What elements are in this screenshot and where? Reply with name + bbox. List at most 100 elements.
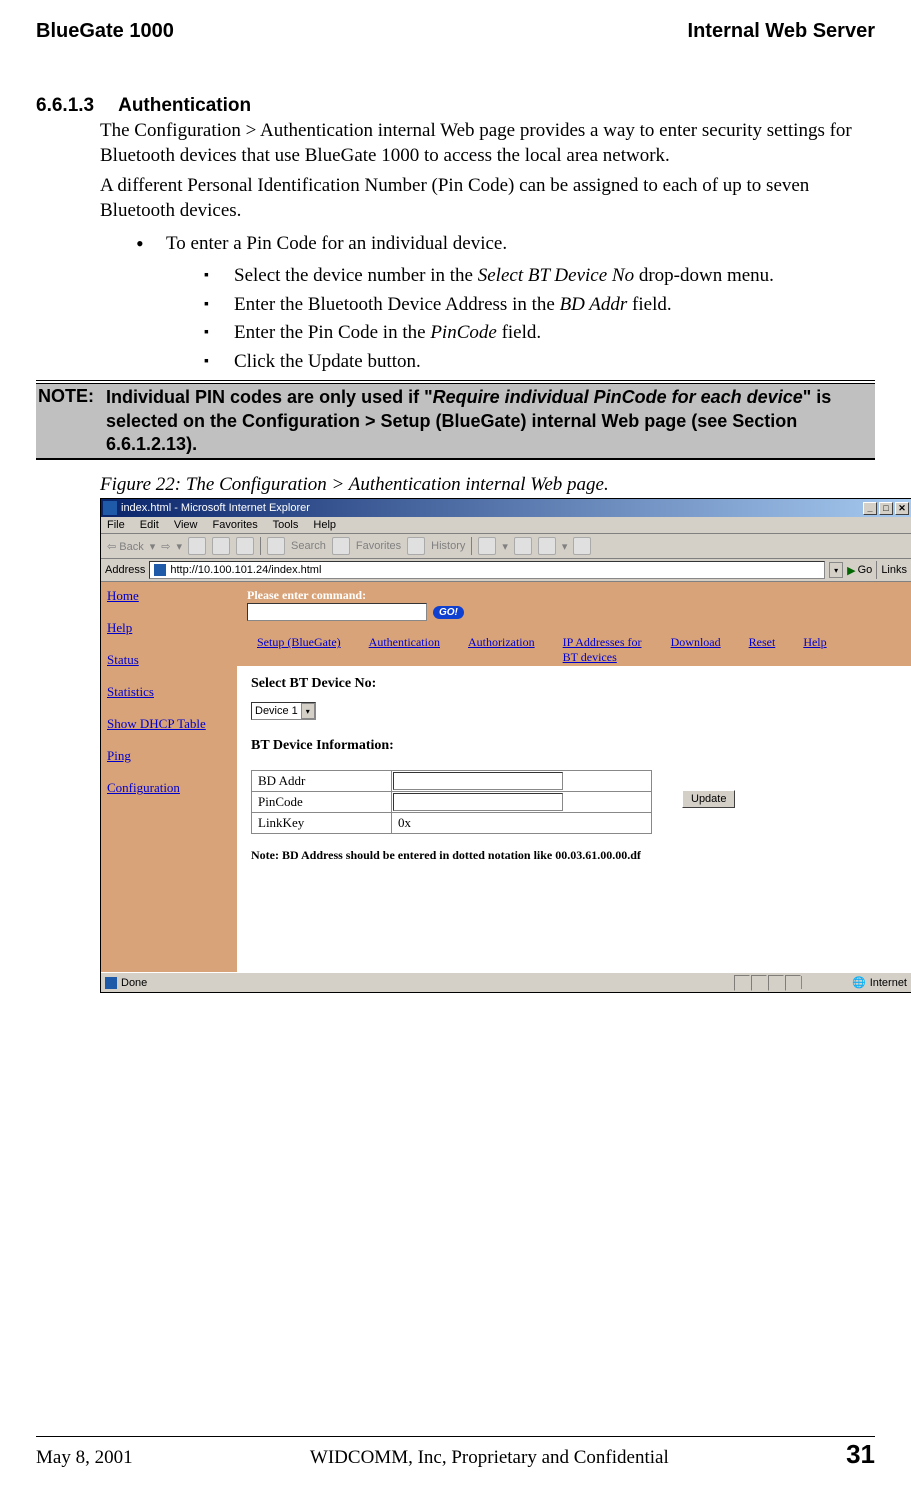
tab-authorization[interactable]: Authorization (468, 635, 535, 649)
page-icon (154, 564, 166, 576)
table-row: BD Addr (252, 771, 652, 792)
device-select-value: Device 1 (255, 705, 298, 717)
menu-file[interactable]: File (107, 519, 125, 531)
sub-post: drop-down menu. (634, 265, 774, 286)
sub-em: Select BT Device No (478, 265, 634, 286)
para-2: A different Personal Identification Numb… (100, 174, 875, 223)
ie-statusbar: Done 🌐 Internet (101, 972, 911, 992)
tab-ip[interactable]: IP Addresses for BT devices (563, 635, 642, 663)
back-button[interactable]: ⇦ Back (107, 540, 144, 553)
command-input[interactable] (247, 603, 427, 621)
print-icon[interactable] (514, 537, 532, 555)
sub-list: Select the device number in the Select B… (204, 262, 875, 376)
internet-icon: 🌐 (852, 976, 866, 989)
edit-icon[interactable] (538, 537, 556, 555)
ie-window: index.html - Microsoft Internet Explorer… (101, 499, 911, 992)
header-right: Internal Web Server (688, 20, 875, 43)
minimize-button[interactable]: _ (863, 502, 877, 515)
address-dropdown[interactable]: ▾ (829, 562, 843, 578)
device-select[interactable]: Device 1 ▾ (251, 702, 316, 720)
sidebar-status[interactable]: Status (107, 652, 231, 668)
menu-tools[interactable]: Tools (273, 519, 299, 531)
section-number: 6.6.1.3 (36, 95, 94, 116)
sub-item: Click the Update button. (204, 348, 875, 377)
header-left: BlueGate 1000 (36, 20, 174, 43)
links-label[interactable]: Links (881, 564, 907, 576)
address-label: Address (105, 564, 145, 576)
menu-favorites[interactable]: Favorites (213, 519, 258, 531)
bdaddr-input[interactable] (393, 772, 563, 790)
go-oval-button[interactable]: GO! (433, 606, 464, 619)
sub-item: Enter the Pin Code in the PinCode field. (204, 319, 875, 348)
status-zone: Internet (870, 977, 907, 989)
sub-text: Enter the Pin Code in the (234, 322, 430, 343)
status-done: Done (121, 977, 147, 989)
sub-post: field. (497, 322, 541, 343)
search-label: Search (291, 540, 326, 552)
favorites-label: Favorites (356, 540, 401, 552)
chevron-down-icon: ▾ (301, 703, 315, 719)
device-info-table: BD Addr PinCode LinkKey 0x (251, 770, 652, 834)
divider (36, 380, 875, 381)
para-1: The Configuration > Authentication inter… (100, 119, 875, 168)
menu-edit[interactable]: Edit (140, 519, 159, 531)
close-button[interactable]: ✕ (895, 502, 909, 515)
menu-help[interactable]: Help (313, 519, 336, 531)
ie-content: Home Help Status Statistics Show DHCP Ta… (101, 582, 911, 972)
discuss-icon[interactable] (573, 537, 591, 555)
page-footer: May 8, 2001 WIDCOMM, Inc, Proprietary an… (36, 1436, 875, 1470)
mail-icon[interactable] (478, 537, 496, 555)
favorites-icon[interactable] (332, 537, 350, 555)
window-title: index.html - Microsoft Internet Explorer (121, 502, 310, 514)
address-input[interactable]: http://10.100.101.24/index.html (149, 561, 825, 579)
ie-addressbar: Address http://10.100.101.24/index.html … (101, 559, 911, 582)
sub-text: Enter the Bluetooth Device Address in th… (234, 294, 560, 315)
linkkey-value: 0x (398, 815, 411, 830)
forward-button[interactable]: ⇨ (161, 540, 170, 553)
refresh-icon[interactable] (212, 537, 230, 555)
update-button[interactable]: Update (682, 790, 735, 808)
maximize-button[interactable]: □ (879, 502, 893, 515)
footer-center: WIDCOMM, Inc, Proprietary and Confidenti… (310, 1447, 669, 1469)
figure-caption: Figure 22: The Configuration > Authentic… (100, 474, 875, 496)
content-body: Select BT Device No: Device 1 ▾ BT Devic… (237, 666, 911, 873)
ie-icon (103, 501, 117, 515)
section-title: Authentication (118, 95, 251, 116)
info-heading: BT Device Information: (251, 738, 897, 754)
home-icon[interactable] (236, 537, 254, 555)
sidebar-home[interactable]: Home (107, 588, 231, 604)
table-row: LinkKey 0x (252, 813, 652, 834)
menu-view[interactable]: View (174, 519, 198, 531)
search-icon[interactable] (267, 537, 285, 555)
history-icon[interactable] (407, 537, 425, 555)
sidebar-help[interactable]: Help (107, 620, 231, 636)
footer-date: May 8, 2001 (36, 1447, 133, 1469)
pincode-input[interactable] (393, 793, 563, 811)
sidebar-dhcp[interactable]: Show DHCP Table (107, 716, 231, 732)
tab-setup[interactable]: Setup (BlueGate) (257, 635, 341, 649)
tab-authentication[interactable]: Authentication (369, 635, 440, 649)
note-content: Individual PIN codes are only used if "R… (106, 386, 873, 456)
sidebar: Home Help Status Statistics Show DHCP Ta… (101, 582, 237, 972)
bdaddr-label: BD Addr (252, 771, 392, 792)
stop-icon[interactable] (188, 537, 206, 555)
linkkey-label: LinkKey (252, 813, 392, 834)
sidebar-ping[interactable]: Ping (107, 748, 231, 764)
sidebar-configuration[interactable]: Configuration (107, 780, 231, 796)
table-row: PinCode (252, 792, 652, 813)
sub-em: BD Addr (560, 294, 628, 315)
sub-text: Select the device number in the (234, 265, 478, 286)
sidebar-statistics[interactable]: Statistics (107, 684, 231, 700)
tab-download[interactable]: Download (671, 635, 721, 649)
url-text: http://10.100.101.24/index.html (170, 564, 321, 576)
window-buttons: _ □ ✕ (863, 502, 909, 515)
sub-post: field. (627, 294, 671, 315)
tab-reset[interactable]: Reset (749, 635, 776, 649)
tab-help[interactable]: Help (803, 635, 826, 649)
note-em: Require individual PinCode for each devi… (433, 387, 803, 407)
main-panel: Please enter command: GO! Setup (BlueGat… (237, 582, 911, 972)
page-header: BlueGate 1000 Internal Web Server (36, 0, 875, 43)
note-pre: Individual PIN codes are only used if " (106, 387, 433, 407)
go-button[interactable]: ▶ Go (847, 564, 872, 577)
note-label: NOTE: (38, 386, 94, 456)
